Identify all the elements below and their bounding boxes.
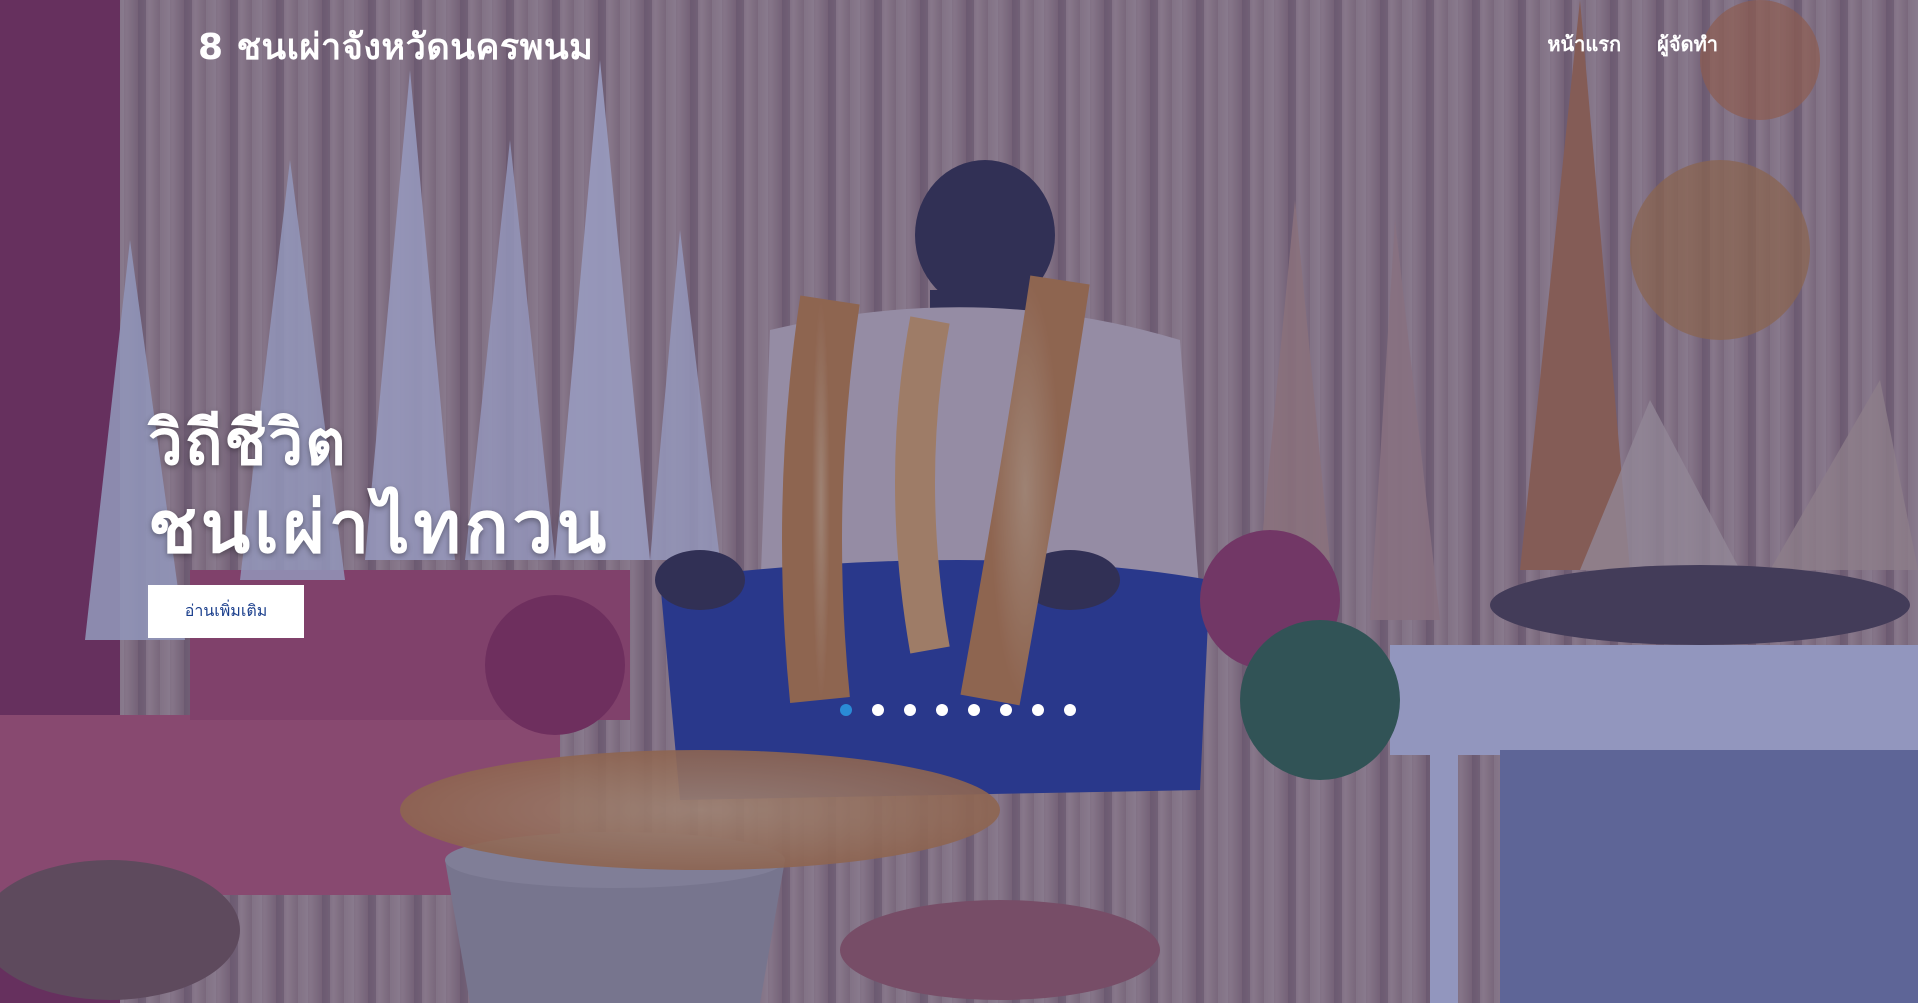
carousel-indicator-1[interactable] bbox=[840, 704, 852, 716]
nav-link-home[interactable]: หน้าแรก bbox=[1547, 28, 1621, 60]
nav-link-authors[interactable]: ผู้จัดทำ bbox=[1657, 28, 1718, 60]
carousel-indicator-2[interactable] bbox=[872, 704, 884, 716]
nav-links: หน้าแรก ผู้จัดทำ bbox=[1547, 28, 1718, 60]
carousel-indicator-8[interactable] bbox=[1064, 704, 1076, 716]
hero-carousel: 8 ชนเผ่าจังหวัดนครพนม หน้าแรก ผู้จัดทำ ว… bbox=[0, 0, 1918, 1003]
carousel-indicator-6[interactable] bbox=[1000, 704, 1012, 716]
carousel-indicator-7[interactable] bbox=[1032, 704, 1044, 716]
carousel-indicator-3[interactable] bbox=[904, 704, 916, 716]
carousel-indicator-5[interactable] bbox=[968, 704, 980, 716]
read-more-button[interactable]: อ่านเพิ่มเติม bbox=[148, 585, 304, 638]
hero-heading-line1: วิถีชีวิต bbox=[148, 406, 348, 479]
carousel-indicators bbox=[840, 704, 1076, 716]
top-navbar: 8 ชนเผ่าจังหวัดนครพนม หน้าแรก ผู้จัดทำ bbox=[0, 0, 1918, 84]
hero-caption: วิถีชีวิต ชนเผ่าไทกวน bbox=[148, 402, 610, 570]
carousel-indicator-4[interactable] bbox=[936, 704, 948, 716]
hero-heading-line2: ชนเผ่าไทกวน bbox=[148, 485, 611, 569]
site-brand-link[interactable]: 8 ชนเผ่าจังหวัดนครพนม bbox=[198, 18, 593, 75]
